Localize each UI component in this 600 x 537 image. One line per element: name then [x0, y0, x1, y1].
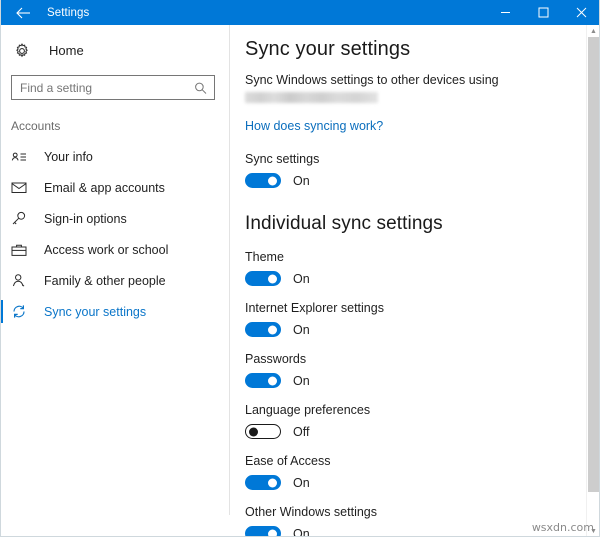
minimize-button[interactable]: [486, 0, 524, 25]
selection-accent-bar: [0, 145, 3, 168]
page-title: Sync your settings: [245, 25, 587, 61]
internet-explorer-settings-toggle[interactable]: [245, 322, 281, 337]
toggle-state-label: On: [293, 174, 310, 188]
sync-description: Sync Windows settings to other devices u…: [245, 61, 587, 87]
toggle-state-label: On: [293, 272, 310, 286]
sync-settings-toggle-row: On: [245, 173, 587, 188]
toggle-knob: [268, 325, 277, 334]
envelope-icon: [11, 181, 34, 194]
toggle-knob: [268, 529, 277, 537]
setting-toggle-row: On: [245, 322, 587, 337]
toggle-knob: [268, 274, 277, 283]
selection-accent-bar: [0, 300, 3, 323]
how-does-syncing-work-link[interactable]: How does syncing work?: [245, 119, 383, 133]
toggle-state-label: Off: [293, 425, 309, 439]
setting-toggle-row: On: [245, 475, 587, 490]
setting-toggle-row: On: [245, 271, 587, 286]
person-icon: [11, 273, 34, 288]
maximize-button[interactable]: [524, 0, 562, 25]
account-email-redacted: [245, 92, 378, 103]
sidebar-home-label: Home: [49, 43, 84, 58]
setting-label: Theme: [245, 250, 587, 264]
scroll-up-arrow-icon[interactable]: ▲: [587, 25, 600, 37]
sidebar-item-label: Email & app accounts: [44, 181, 165, 195]
sidebar-section-label: Accounts: [0, 119, 229, 133]
sidebar-item-access-work-or-school[interactable]: Access work or school: [0, 234, 229, 265]
toggle-knob: [268, 478, 277, 487]
briefcase-icon: [11, 243, 34, 257]
watermark: wsxdn.com: [532, 521, 594, 534]
setting-internet-explorer-settings: Internet Explorer settings On: [245, 301, 587, 337]
theme-toggle[interactable]: [245, 271, 281, 286]
sidebar-item-your-info[interactable]: Your info: [0, 141, 229, 172]
search-icon[interactable]: [194, 81, 207, 94]
scrollbar-thumb[interactable]: [588, 37, 599, 492]
setting-label: Passwords: [245, 352, 587, 366]
selection-accent-bar: [0, 207, 3, 230]
gear-icon: [14, 43, 36, 59]
selection-accent-bar: [0, 176, 3, 199]
setting-label: Language preferences: [245, 403, 587, 417]
setting-label: Internet Explorer settings: [245, 301, 587, 315]
setting-passwords: Passwords On: [245, 352, 587, 388]
sidebar-item-email-app-accounts[interactable]: Email & app accounts: [0, 172, 229, 203]
sidebar: Home Find a setting Accounts: [0, 25, 230, 515]
close-button[interactable]: [562, 0, 600, 25]
window-body: Home Find a setting Accounts: [0, 25, 600, 537]
title-bar: Settings: [0, 0, 600, 25]
contact-card-icon: [11, 150, 34, 164]
toggle-state-label: On: [293, 323, 310, 337]
search-input[interactable]: Find a setting: [11, 75, 215, 100]
selection-accent-bar: [0, 269, 3, 292]
sidebar-item-sign-in-options[interactable]: Sign-in options: [0, 203, 229, 234]
settings-window: Settings Home: [0, 0, 600, 537]
setting-theme: Theme On: [245, 250, 587, 286]
setting-language-preferences: Language preferences Off: [245, 403, 587, 439]
sidebar-item-label: Your info: [44, 150, 93, 164]
other-windows-settings-toggle[interactable]: [245, 526, 281, 537]
language-preferences-toggle[interactable]: [245, 424, 281, 439]
back-button[interactable]: [0, 0, 46, 25]
sync-settings-label: Sync settings: [245, 152, 587, 166]
setting-toggle-row: On: [245, 373, 587, 388]
sidebar-item-sync-your-settings[interactable]: Sync your settings: [0, 296, 229, 327]
setting-toggle-row: Off: [245, 424, 587, 439]
window-title: Settings: [47, 7, 89, 19]
setting-ease-of-access: Ease of Access On: [245, 454, 587, 490]
search-container: Find a setting: [0, 67, 229, 100]
passwords-toggle[interactable]: [245, 373, 281, 388]
sidebar-item-label: Access work or school: [44, 243, 168, 257]
sidebar-item-label: Sync your settings: [44, 305, 146, 319]
toggle-state-label: On: [293, 476, 310, 490]
sidebar-nav-list: Your info Email & app accounts: [0, 141, 229, 327]
sidebar-item-label: Sign-in options: [44, 212, 127, 226]
sync-icon: [11, 304, 34, 319]
content-scrollbar[interactable]: ▲ ▼: [586, 25, 600, 537]
individual-sync-settings-heading: Individual sync settings: [245, 188, 587, 235]
key-icon: [11, 211, 34, 226]
main-content: Sync your settings Sync Windows settings…: [231, 25, 587, 537]
toggle-knob: [268, 176, 277, 185]
toggle-state-label: On: [293, 527, 310, 537]
sidebar-item-home[interactable]: Home: [0, 34, 229, 67]
setting-label: Other Windows settings: [245, 505, 587, 519]
toggle-state-label: On: [293, 374, 310, 388]
selection-accent-bar: [0, 238, 3, 261]
sync-settings-toggle[interactable]: [245, 173, 281, 188]
ease-of-access-toggle[interactable]: [245, 475, 281, 490]
toggle-knob: [249, 427, 258, 436]
setting-label: Ease of Access: [245, 454, 587, 468]
sidebar-item-label: Family & other people: [44, 274, 166, 288]
toggle-knob: [268, 376, 277, 385]
sidebar-item-family-other-people[interactable]: Family & other people: [0, 265, 229, 296]
search-placeholder: Find a setting: [12, 81, 92, 95]
